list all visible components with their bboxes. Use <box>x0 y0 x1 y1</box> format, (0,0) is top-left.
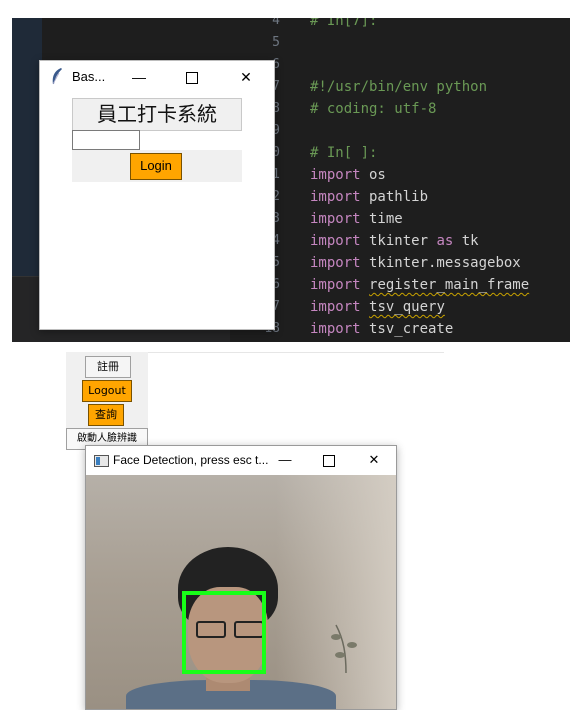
window-title: Bas... <box>72 69 106 84</box>
face-detection-window: Face Detection, press esc t... — ✕ <box>85 445 397 710</box>
close-button[interactable]: ✕ <box>231 65 261 89</box>
employee-id-input[interactable] <box>72 130 140 150</box>
comment-token: # In[7]: <box>310 18 378 29</box>
maximize-button[interactable] <box>177 65 207 89</box>
code-text: #!/usr/bin/env python <box>310 76 487 98</box>
code-text: # In[7]: <box>310 18 377 32</box>
comment-token: #!/usr/bin/env python <box>310 79 488 95</box>
login-button[interactable]: Login <box>130 153 182 180</box>
keyword-token: import <box>310 277 361 293</box>
maximize-icon <box>323 454 335 467</box>
camera-feed <box>86 475 396 709</box>
code-text: import tsv_create <box>310 318 453 340</box>
identifier-token <box>361 277 369 293</box>
keyword-token: import <box>310 211 361 227</box>
comment-token: # coding: utf-8 <box>310 101 437 117</box>
wall-plant-decal <box>331 624 357 674</box>
tk-feather-icon <box>52 68 62 85</box>
identifier-token: tsv_query <box>369 299 445 315</box>
identifier-token: pathlib <box>360 189 429 205</box>
identifier-token <box>361 299 369 315</box>
code-text: # In[ ]: <box>310 142 377 164</box>
identifier-token: tk <box>453 233 479 249</box>
login-window: Bas... — ✕ 員工打卡系統 Login <box>39 60 275 330</box>
code-text: # coding: utf-8 <box>310 98 436 120</box>
logout-button[interactable]: Logout <box>82 380 132 402</box>
window-titlebar[interactable]: Face Detection, press esc t... — ✕ <box>86 446 396 474</box>
keyword-token: import <box>310 255 361 271</box>
line-number: 5 <box>272 35 280 50</box>
keyword-token: import <box>310 233 361 249</box>
keyword-token: as <box>436 233 454 249</box>
keyword-token: import <box>310 299 361 315</box>
action-button-panel: 註冊 Logout 查詢 啟動人臉辨識 <box>66 352 148 450</box>
code-text: import tkinter.messagebox <box>310 252 521 274</box>
query-button[interactable]: 查詢 <box>88 404 124 426</box>
maximize-icon <box>186 72 198 85</box>
identifier-token: tsv_create <box>360 321 454 337</box>
code-text: import os <box>310 164 386 186</box>
register-button[interactable]: 註冊 <box>85 356 131 378</box>
identifier-token: os <box>360 167 386 183</box>
window-title: Face Detection, press esc t... <box>113 453 269 467</box>
minimize-button[interactable]: — <box>124 65 154 89</box>
login-button-frame: Login <box>72 150 242 182</box>
keyword-token: import <box>310 189 361 205</box>
keyword-token: import <box>310 167 361 183</box>
close-button[interactable]: ✕ <box>361 449 387 471</box>
code-text: import tkinter as tk <box>310 230 479 252</box>
line-number: 4 <box>272 18 280 28</box>
system-title: 員工打卡系統 <box>72 98 242 131</box>
code-text: import time <box>310 208 403 230</box>
identifier-token: time <box>360 211 403 227</box>
code-line: 5 <box>12 32 570 54</box>
comment-token: # In[ ]: <box>310 145 378 161</box>
code-text: import tsv_query <box>310 296 445 318</box>
window-titlebar[interactable]: Bas... — ✕ <box>40 61 274 93</box>
code-text: import pathlib <box>310 186 428 208</box>
code-text: import register_main_frame <box>310 274 529 296</box>
keyword-token: import <box>310 321 361 337</box>
code-line: 4 # In[7]: <box>12 18 570 32</box>
identifier-token: tkinter.messagebox <box>360 255 521 271</box>
app-icon <box>94 455 109 467</box>
identifier-token: register_main_frame <box>369 277 530 293</box>
maximize-button[interactable] <box>316 449 342 471</box>
minimize-button[interactable]: — <box>272 449 298 471</box>
face-detection-box <box>182 591 266 674</box>
identifier-token: tkinter <box>360 233 437 249</box>
